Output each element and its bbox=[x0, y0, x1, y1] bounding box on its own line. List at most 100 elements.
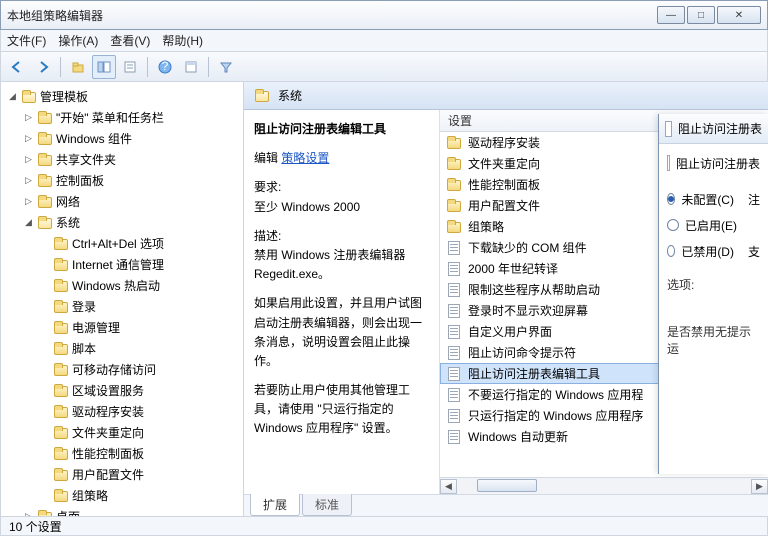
folder-icon bbox=[53, 384, 69, 398]
folder-open-icon bbox=[254, 89, 270, 103]
tree-item-label: 控制面板 bbox=[56, 172, 104, 189]
tree-item[interactable]: ▷用户配置文件 bbox=[39, 464, 243, 485]
expand-icon[interactable]: ▷ bbox=[23, 112, 34, 123]
req-value: 至少 Windows 2000 bbox=[254, 198, 429, 217]
collapse-icon[interactable]: ◢ bbox=[23, 217, 34, 228]
options-label: 选项: bbox=[667, 276, 760, 293]
tree-item[interactable]: ▷区域设置服务 bbox=[39, 380, 243, 401]
policy-settings-link[interactable]: 策略设置 bbox=[281, 151, 329, 165]
menu-view[interactable]: 查看(V) bbox=[110, 32, 150, 49]
policy-dialog: 阻止访问注册表 阻止访问注册表 未配置(C) 注 已启用(E) 已禁用(D) 支… bbox=[658, 114, 768, 474]
tree-item[interactable]: ▷脚本 bbox=[39, 338, 243, 359]
tree-item[interactable]: ▷性能控制面板 bbox=[39, 443, 243, 464]
desc-text-3: 若要防止用户使用其他管理工具，请使用 "只运行指定的 Windows 应用程序"… bbox=[254, 381, 429, 439]
radio-not-configured[interactable] bbox=[667, 193, 675, 205]
minimize-button[interactable]: — bbox=[657, 6, 685, 24]
tree-item-label: 组策略 bbox=[72, 487, 108, 504]
content-header: 系统 bbox=[244, 82, 768, 110]
folder-icon bbox=[37, 195, 53, 209]
dialog-titlebar[interactable]: 阻止访问注册表 bbox=[659, 114, 768, 144]
folder-open-icon bbox=[37, 216, 53, 230]
tab-extended[interactable]: 扩展 bbox=[250, 494, 300, 516]
scroll-thumb[interactable] bbox=[477, 479, 537, 492]
folder-icon bbox=[53, 321, 69, 335]
tree-item[interactable]: ▷Ctrl+Alt+Del 选项 bbox=[39, 233, 243, 254]
scroll-right-icon[interactable]: ▶ bbox=[751, 479, 768, 494]
properties-button[interactable] bbox=[118, 55, 142, 79]
policy-icon bbox=[446, 241, 462, 255]
folder-icon bbox=[53, 489, 69, 503]
description-pane: 阻止访问注册表编辑工具 编辑 策略设置 要求: 至少 Windows 2000 … bbox=[244, 110, 440, 494]
support-label: 支 bbox=[748, 243, 760, 260]
tree-item[interactable]: ▷组策略 bbox=[39, 485, 243, 506]
folder-icon bbox=[37, 174, 53, 188]
scroll-left-icon[interactable]: ◀ bbox=[440, 479, 457, 494]
show-hide-tree-button[interactable] bbox=[92, 55, 116, 79]
window-title: 本地组策略编辑器 bbox=[7, 7, 657, 24]
tree-desktop[interactable]: ▷ 桌面 bbox=[23, 506, 243, 516]
radio-not-configured-label: 未配置(C) bbox=[681, 191, 734, 208]
tree-item[interactable]: ▷Windows 热启动 bbox=[39, 275, 243, 296]
filter-button[interactable] bbox=[214, 55, 238, 79]
policy-icon bbox=[446, 325, 462, 339]
radio-disabled[interactable] bbox=[667, 245, 675, 257]
req-label: 要求: bbox=[254, 178, 429, 197]
expand-icon[interactable]: ▷ bbox=[23, 196, 34, 207]
forward-button[interactable] bbox=[31, 55, 55, 79]
tree-item-label: 网络 bbox=[56, 193, 80, 210]
folder-icon bbox=[446, 157, 462, 171]
horizontal-scrollbar[interactable]: ◀ ▶ bbox=[440, 477, 768, 494]
folder-icon bbox=[53, 363, 69, 377]
menu-help[interactable]: 帮助(H) bbox=[162, 32, 203, 49]
edit-label: 编辑 bbox=[254, 151, 278, 165]
tree-system[interactable]: ◢ 系统 bbox=[23, 212, 243, 233]
dialog-subtitle-row: 阻止访问注册表 bbox=[667, 152, 760, 174]
tree-item[interactable]: ▷共享文件夹 bbox=[23, 149, 243, 170]
folder-icon bbox=[446, 178, 462, 192]
export-button[interactable] bbox=[179, 55, 203, 79]
tabs: 扩展 标准 bbox=[244, 494, 768, 516]
tree-item[interactable]: ▷ 控制面板 bbox=[23, 170, 243, 191]
scroll-track[interactable] bbox=[457, 479, 751, 494]
expand-icon[interactable]: ▷ bbox=[23, 154, 34, 165]
tree-root[interactable]: ◢ 管理模板 bbox=[7, 86, 243, 107]
tab-standard[interactable]: 标准 bbox=[302, 494, 352, 516]
status-bar: 10 个设置 bbox=[0, 516, 768, 536]
tree-pane[interactable]: ◢ 管理模板 ▷"开始" 菜单和任务栏▷Windows 组件▷共享文件夹▷控制面… bbox=[1, 82, 244, 516]
expand-icon[interactable]: ▷ bbox=[23, 133, 34, 144]
menu-bar: 文件(F) 操作(A) 查看(V) 帮助(H) bbox=[0, 30, 768, 52]
tree-item[interactable]: ▷Internet 通信管理 bbox=[39, 254, 243, 275]
tree-item[interactable]: ▷电源管理 bbox=[39, 317, 243, 338]
tree-item[interactable]: ▷驱动程序安装 bbox=[39, 401, 243, 422]
back-button[interactable] bbox=[5, 55, 29, 79]
close-button[interactable]: ✕ bbox=[717, 6, 761, 24]
tree-item[interactable]: ▷登录 bbox=[39, 296, 243, 317]
selected-title: 阻止访问注册表编辑工具 bbox=[254, 120, 429, 139]
tree-item[interactable]: ▷可移动存储访问 bbox=[39, 359, 243, 380]
tree-item-label: 电源管理 bbox=[72, 319, 120, 336]
help-button[interactable]: ? bbox=[153, 55, 177, 79]
policy-icon bbox=[667, 155, 670, 171]
tree-item[interactable]: ▷Windows 组件 bbox=[23, 128, 243, 149]
tree-item[interactable]: ▷ 网络 bbox=[23, 191, 243, 212]
tree-item-label: 区域设置服务 bbox=[72, 382, 144, 399]
menu-action[interactable]: 操作(A) bbox=[58, 32, 98, 49]
expand-icon[interactable]: ▷ bbox=[23, 511, 34, 516]
radio-enabled[interactable] bbox=[667, 219, 679, 231]
tree-item[interactable]: ▷"开始" 菜单和任务栏 bbox=[23, 107, 243, 128]
collapse-icon[interactable]: ◢ bbox=[7, 91, 18, 102]
folder-icon bbox=[53, 258, 69, 272]
app-icon bbox=[665, 121, 672, 137]
tree-item-label: 性能控制面板 bbox=[72, 445, 144, 462]
menu-file[interactable]: 文件(F) bbox=[7, 32, 46, 49]
tree-item[interactable]: ▷文件夹重定向 bbox=[39, 422, 243, 443]
tree-item-label: Internet 通信管理 bbox=[72, 256, 164, 273]
policy-icon bbox=[446, 346, 462, 360]
list-item-label: 阻止访问命令提示符 bbox=[468, 344, 576, 361]
maximize-button[interactable]: □ bbox=[687, 6, 715, 24]
list-item-label: 文件夹重定向 bbox=[468, 155, 540, 172]
policy-icon bbox=[446, 283, 462, 297]
expand-icon[interactable]: ▷ bbox=[23, 175, 34, 186]
up-button[interactable] bbox=[66, 55, 90, 79]
list-item-label: 性能控制面板 bbox=[468, 176, 540, 193]
